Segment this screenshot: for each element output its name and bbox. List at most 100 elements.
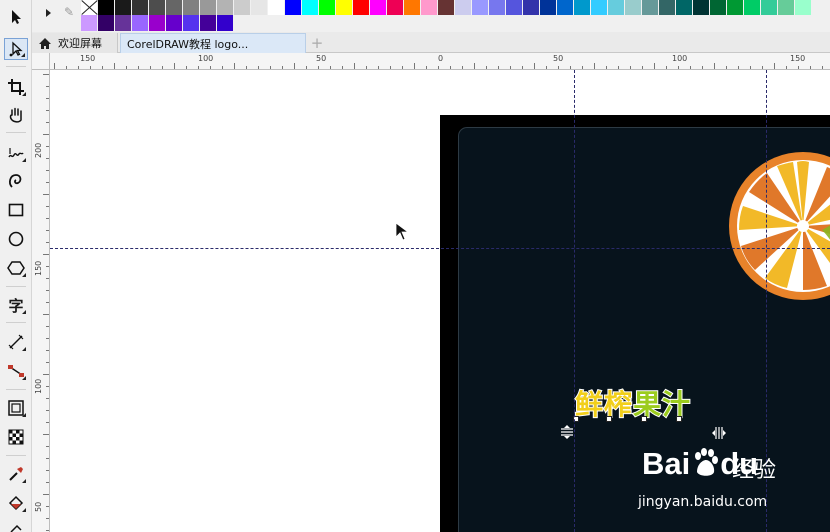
ruler-tick [126, 66, 127, 69]
guideline-vertical[interactable] [574, 70, 575, 532]
skew-handle-right-icon[interactable] [712, 426, 726, 440]
color-swatch[interactable] [115, 0, 132, 15]
color-swatch[interactable] [608, 0, 625, 15]
ruler-tick [46, 362, 49, 363]
vertical-ruler[interactable]: 200 150 100 50 [32, 70, 50, 532]
color-swatch[interactable] [302, 0, 319, 15]
color-swatch[interactable] [744, 0, 761, 15]
rectangle-tool[interactable] [4, 199, 28, 221]
flyout-indicator [22, 347, 26, 351]
add-tab-button[interactable]: + [308, 33, 326, 53]
skew-handle-left-icon[interactable] [560, 425, 574, 439]
color-swatch[interactable] [761, 0, 778, 15]
tab-document[interactable]: CorelDRAW教程 logo... [120, 33, 306, 53]
color-swatch[interactable] [642, 0, 659, 15]
ruler-label: 150 [34, 260, 43, 276]
selection-handle[interactable] [676, 416, 682, 422]
color-swatch[interactable] [98, 15, 115, 31]
color-swatch[interactable] [132, 15, 149, 31]
ruler-tick [46, 146, 49, 147]
color-swatch[interactable] [455, 0, 472, 15]
brand-title-part1: 鲜榨 [574, 387, 634, 422]
ruler-label: 100 [198, 54, 214, 63]
pan-tool[interactable] [4, 104, 28, 126]
color-swatch[interactable] [404, 0, 421, 15]
ellipse-tool[interactable] [4, 228, 28, 250]
artistic-media-tool[interactable] [4, 170, 28, 192]
color-swatch[interactable] [778, 0, 795, 15]
selection-handle[interactable] [606, 416, 612, 422]
freehand-tool[interactable] [4, 142, 28, 164]
color-swatch[interactable] [540, 0, 557, 15]
ruler-tick [46, 266, 49, 267]
color-swatch[interactable] [98, 0, 115, 15]
palette-row-2 [81, 15, 234, 31]
palette-scroll-arrow-icon[interactable] [46, 9, 51, 17]
color-swatch[interactable] [370, 0, 387, 15]
baidu-paw-icon [695, 448, 718, 476]
dimension-tool[interactable] [4, 331, 28, 353]
eyedropper-tool[interactable] [4, 463, 28, 485]
ruler-origin[interactable] [32, 53, 50, 70]
tab-welcome-screen[interactable]: 欢迎屏幕 [32, 33, 118, 53]
color-swatch[interactable] [659, 0, 676, 15]
orange-slice-graphic[interactable] [727, 150, 830, 303]
color-swatch[interactable] [251, 0, 268, 15]
selection-handle[interactable] [641, 416, 647, 422]
color-swatch[interactable] [217, 0, 234, 15]
color-swatch[interactable] [200, 0, 217, 15]
color-swatch[interactable] [353, 0, 370, 15]
color-swatch[interactable] [693, 0, 710, 15]
color-swatch[interactable] [149, 15, 166, 31]
drop-shadow-tool[interactable] [4, 397, 28, 419]
color-swatch[interactable] [319, 0, 336, 15]
text-tool[interactable]: 字 [4, 294, 28, 316]
color-swatch[interactable] [523, 0, 540, 15]
juice-brand-title[interactable]: 鲜榨果汁 [574, 387, 691, 422]
color-swatch[interactable] [472, 0, 489, 15]
ruler-tick [498, 66, 499, 69]
color-swatch[interactable] [268, 0, 285, 15]
color-swatch[interactable] [574, 0, 591, 15]
color-swatch[interactable] [132, 0, 149, 15]
color-swatch[interactable] [149, 0, 166, 15]
color-swatch[interactable] [727, 0, 744, 15]
color-swatch[interactable] [438, 0, 455, 15]
horizontal-ruler[interactable]: 150 100 50 0 50 100 150 [50, 53, 830, 70]
connector-tool[interactable] [4, 360, 28, 382]
color-swatch[interactable] [506, 0, 523, 15]
color-swatch[interactable] [625, 0, 642, 15]
color-swatch[interactable] [217, 15, 234, 31]
guideline-horizontal[interactable] [50, 248, 830, 249]
color-swatch[interactable] [200, 15, 217, 31]
no-color-swatch[interactable] [81, 0, 98, 15]
color-swatch[interactable] [115, 15, 132, 31]
tab-document-label: CorelDRAW教程 logo... [127, 37, 249, 51]
color-swatch[interactable] [557, 0, 574, 15]
color-swatch[interactable] [183, 0, 200, 15]
color-swatch[interactable] [421, 0, 438, 15]
color-swatch[interactable] [795, 0, 812, 15]
color-swatch[interactable] [81, 15, 98, 31]
color-swatch[interactable] [710, 0, 727, 15]
pen-icon: ✎ [64, 5, 75, 19]
color-swatch[interactable] [285, 0, 302, 15]
smart-fill-tool[interactable] [4, 518, 28, 532]
color-swatch[interactable] [234, 0, 251, 15]
color-swatch[interactable] [166, 0, 183, 15]
color-swatch[interactable] [166, 15, 183, 31]
color-swatch[interactable] [336, 0, 353, 15]
ruler-tick [46, 170, 49, 171]
color-swatch[interactable] [387, 0, 404, 15]
flyout-indicator [22, 92, 26, 96]
polygon-tool[interactable] [4, 257, 28, 279]
crop-tool[interactable] [4, 76, 28, 98]
color-swatch[interactable] [183, 15, 200, 31]
color-swatch[interactable] [591, 0, 608, 15]
interactive-fill-tool[interactable] [4, 492, 28, 514]
color-swatch[interactable] [489, 0, 506, 15]
transparency-tool[interactable] [4, 426, 28, 448]
pick-tool[interactable] [4, 6, 28, 28]
color-swatch[interactable] [676, 0, 693, 15]
shape-tool[interactable] [4, 38, 28, 60]
